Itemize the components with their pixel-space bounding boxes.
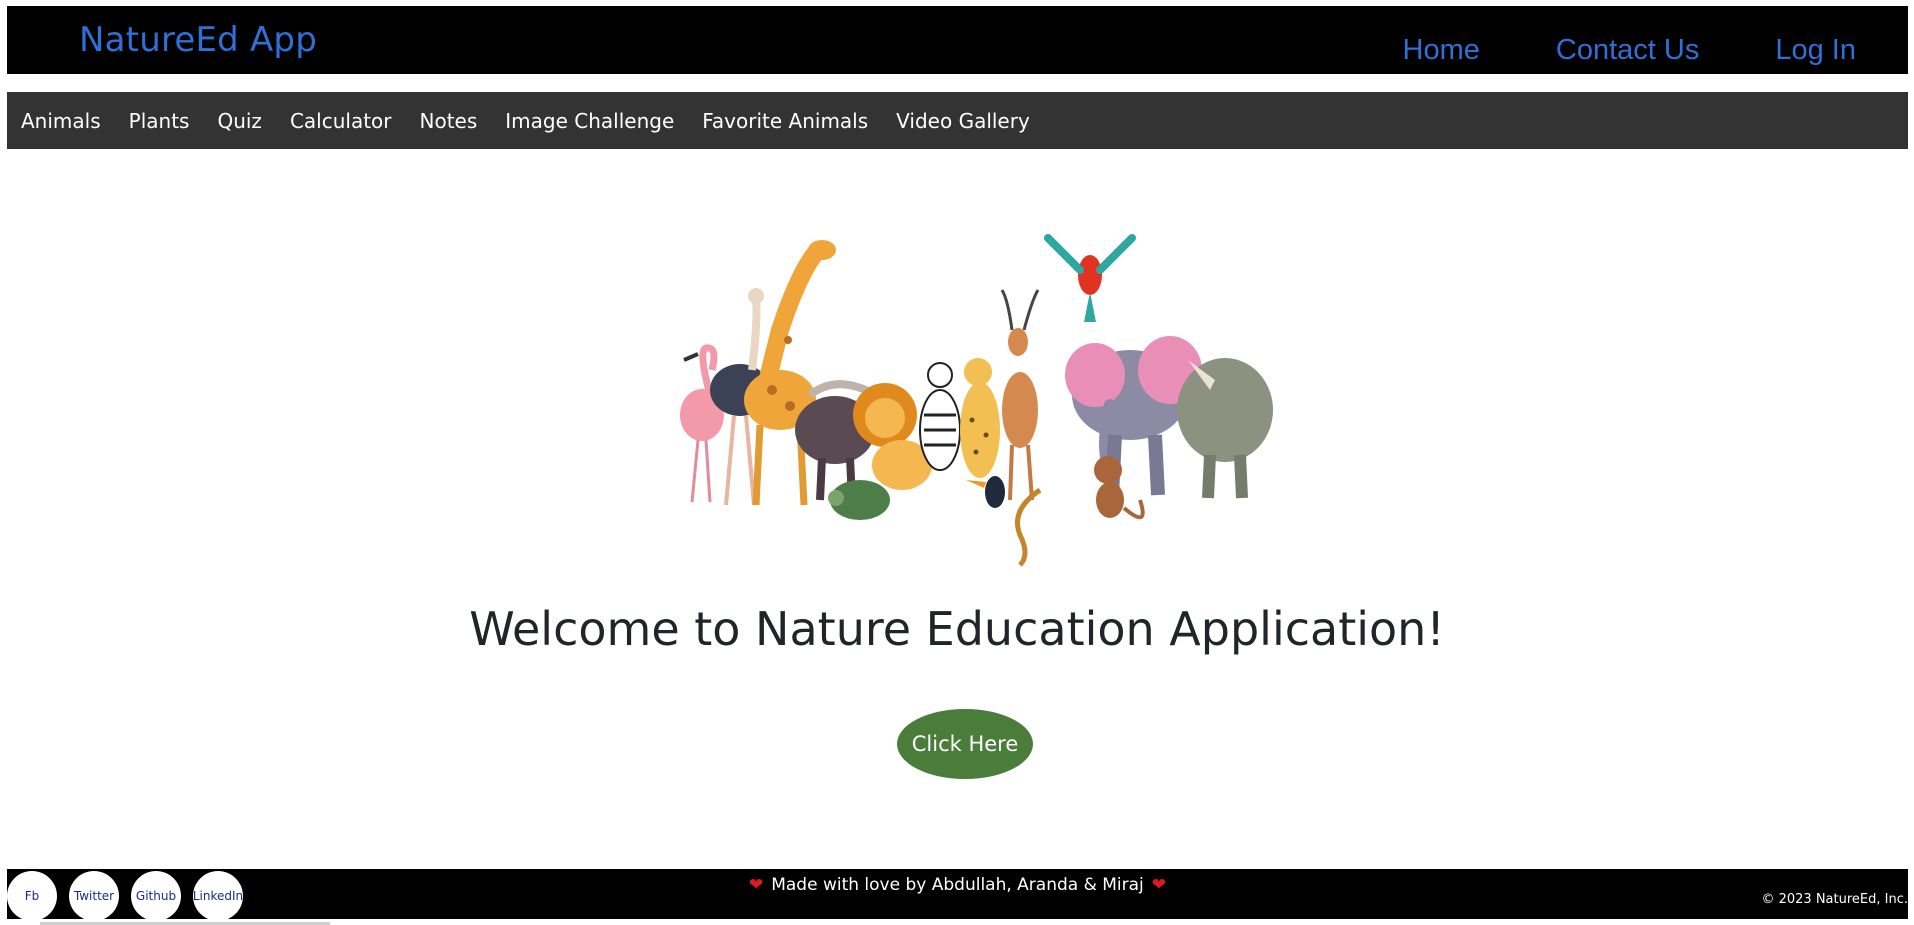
rhino-figure [1177, 358, 1273, 499]
click-here-button[interactable]: Click Here [897, 709, 1033, 779]
turtle-figure [828, 480, 890, 520]
heart-icon: ❤ [1151, 875, 1167, 895]
facebook-button[interactable]: Fb [7, 871, 57, 921]
nav-item-favorite-animals[interactable]: Favorite Animals [688, 109, 882, 133]
zebra-figure [919, 362, 961, 471]
page: NatureEd App Home Contact Us Log In Anim… [0, 0, 1914, 925]
nav-item-video-gallery[interactable]: Video Gallery [882, 109, 1044, 133]
welcome-heading: Welcome to Nature Education Application! [469, 602, 1445, 656]
parrot-figure [1044, 234, 1136, 322]
github-button[interactable]: Github [131, 871, 181, 921]
snake-figure [1015, 487, 1042, 567]
heart-icon: ❤ [748, 875, 764, 895]
top-header: NatureEd App Home Contact Us Log In [7, 6, 1908, 74]
flamingo-figure [680, 344, 724, 503]
nav-item-calculator[interactable]: Calculator [276, 109, 406, 133]
copyright-text: © 2023 NatureEd, Inc. [1761, 892, 1908, 907]
twitter-button[interactable]: Twitter [69, 871, 119, 921]
nav-item-plants[interactable]: Plants [115, 109, 204, 133]
brand-title[interactable]: NatureEd App [79, 20, 317, 60]
home-link[interactable]: Home [1403, 34, 1480, 67]
social-links: Fb Twitter Github LinkedIn [7, 871, 243, 921]
nav-item-image-challenge[interactable]: Image Challenge [491, 109, 688, 133]
cheetah-figure [960, 358, 1000, 478]
linkedin-button[interactable]: LinkedIn [193, 871, 243, 921]
gazelle-figure [1000, 289, 1040, 501]
toucan-figure [966, 476, 1005, 508]
top-nav-links: Home Contact Us Log In [1403, 34, 1856, 67]
footer: ❤ Made with love by Abdullah, Aranda & Mi… [7, 869, 1908, 921]
nav-item-animals[interactable]: Animals [7, 109, 115, 133]
nav-item-notes[interactable]: Notes [406, 109, 492, 133]
contact-us-link[interactable]: Contact Us [1556, 34, 1699, 67]
nav-item-quiz[interactable]: Quiz [203, 109, 275, 133]
footer-credit-text: Made with love by Abdullah, Aranda & Mir… [771, 875, 1144, 895]
footer-message: ❤ Made with love by Abdullah, Aranda & Mi… [7, 875, 1908, 895]
main-nav: Animals Plants Quiz Calculator Notes Ima… [7, 92, 1908, 149]
log-in-link[interactable]: Log In [1775, 34, 1856, 67]
monkey-figure [1094, 456, 1145, 520]
animals-hero-image [680, 234, 1273, 567]
